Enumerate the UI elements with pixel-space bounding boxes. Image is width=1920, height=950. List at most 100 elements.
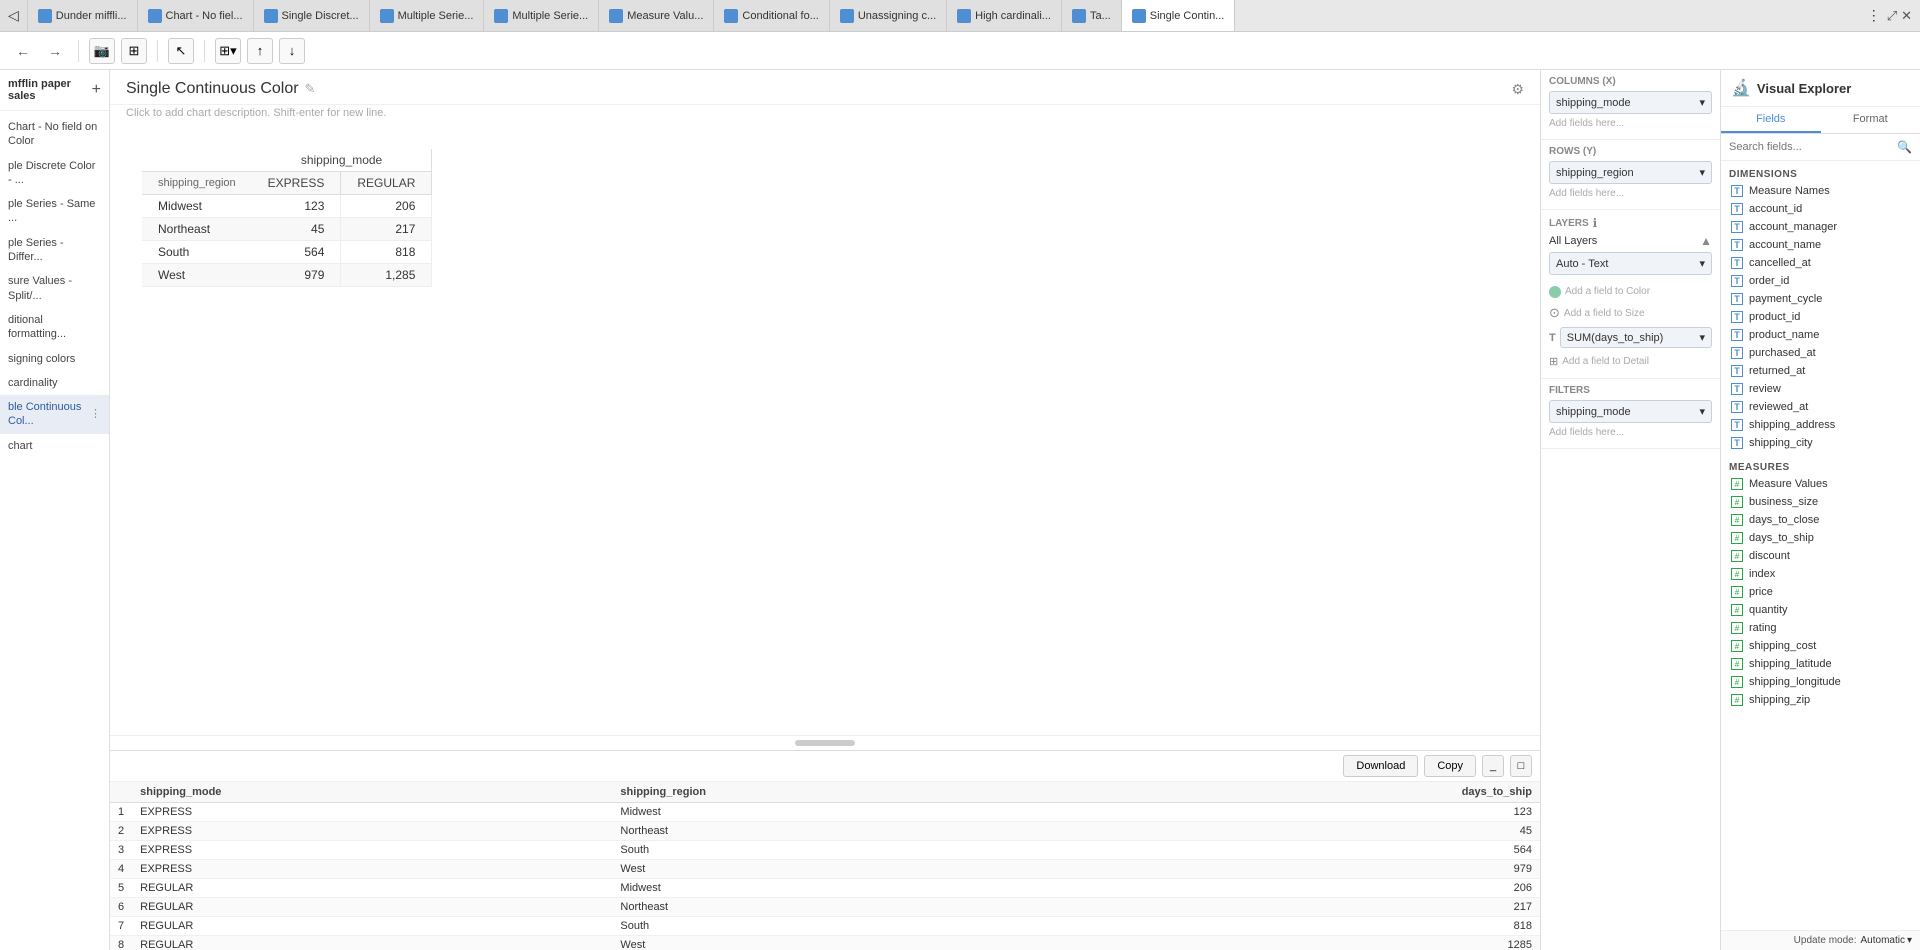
columns-field-dropdown[interactable]: shipping_mode ▾ (1549, 91, 1712, 114)
ve-measure-9[interactable]: #shipping_cost (1729, 637, 1912, 655)
layers-collapse-btn[interactable]: ▲ (1700, 234, 1712, 248)
ve-measure-1[interactable]: #business_size (1729, 493, 1912, 511)
chart-settings-icon[interactable]: ⚙ (1511, 81, 1524, 98)
ve-measure-2[interactable]: #days_to_close (1729, 511, 1912, 529)
sidebar-item-4[interactable]: sure Values - Split/... (0, 269, 109, 308)
ve-tab-format[interactable]: Format (1821, 107, 1920, 133)
sidebar-item-1[interactable]: ple Discrete Color - ... (0, 154, 109, 193)
ve-dim-icon-12: T (1731, 401, 1743, 413)
ve-dim-5[interactable]: Torder_id (1729, 272, 1912, 290)
sort-desc-button[interactable]: ↓ (279, 38, 305, 64)
filter-field-dropdown[interactable]: shipping_mode ▾ (1549, 400, 1712, 423)
sidebar-item-2[interactable]: ple Series - Same ... (0, 192, 109, 231)
tab-close-btn[interactable]: ✕ (1901, 8, 1912, 24)
sidebar-add-button[interactable]: + (92, 81, 101, 99)
tab-0[interactable]: Dunder miffli... (28, 0, 138, 32)
add-color-field[interactable]: Add a field to Color (1565, 284, 1650, 299)
sidebar-header-title: mfflin paper sales (8, 78, 92, 102)
camera-button[interactable]: 📷 (89, 38, 115, 64)
add-size-field[interactable]: Add a field to Size (1564, 306, 1645, 321)
minimize-button[interactable]: _ (1482, 755, 1504, 777)
tab-7[interactable]: Unassigning c... (830, 0, 947, 32)
copy-button[interactable]: Copy (1424, 755, 1476, 777)
sidebar-item-menu-8[interactable]: ⋮ (90, 407, 101, 421)
ve-measure-12[interactable]: #shipping_zip (1729, 691, 1912, 709)
filter-button[interactable]: ⊞▾ (215, 38, 241, 64)
tab-6[interactable]: Conditional fo... (714, 0, 829, 32)
columns-add-field[interactable]: Add fields here... (1549, 114, 1712, 133)
tab-9[interactable]: Ta... (1062, 0, 1122, 32)
tab-5[interactable]: Measure Valu... (599, 0, 714, 32)
sidebar-item-5[interactable]: ditional formatting... (0, 308, 109, 347)
layout-button[interactable]: ⊞ (121, 38, 147, 64)
tab-4[interactable]: Multiple Serie... (484, 0, 599, 32)
filter-add-field[interactable]: Add fields here... (1549, 423, 1712, 442)
ve-tab-fields[interactable]: Fields (1721, 107, 1821, 133)
tab-8[interactable]: High cardinali... (947, 0, 1062, 32)
sort-asc-button[interactable]: ↑ (247, 38, 273, 64)
sidebar-item-6[interactable]: signing colors (0, 347, 109, 371)
ve-dim-4[interactable]: Tcancelled_at (1729, 254, 1912, 272)
ve-dim-10[interactable]: Treturned_at (1729, 362, 1912, 380)
layer-type-dropdown[interactable]: Auto - Text ▾ (1549, 252, 1712, 275)
ve-measure-0[interactable]: #Measure Values (1729, 475, 1912, 493)
tab-expand-btn[interactable]: ⤢ (1887, 8, 1897, 24)
sidebar-item-0[interactable]: Chart - No field on Color (0, 115, 109, 154)
bt-region-cell: West (612, 860, 1113, 879)
ve-measure-4[interactable]: #discount (1729, 547, 1912, 565)
cursor-button[interactable]: ↖ (168, 38, 194, 64)
rows-field-dropdown[interactable]: shipping_region ▾ (1549, 161, 1712, 184)
tab-1[interactable]: Chart - No fiel... (138, 0, 254, 32)
ve-dim-icon-3: T (1731, 239, 1743, 251)
ve-measure-10[interactable]: #shipping_latitude (1729, 655, 1912, 673)
ve-measure-3[interactable]: #days_to_ship (1729, 529, 1912, 547)
bt-mode-cell: EXPRESS (132, 841, 612, 860)
sidebar-item-label-3: ple Series - Differ... (8, 237, 64, 263)
rows-add-field[interactable]: Add fields here... (1549, 184, 1712, 203)
update-mode-dropdown[interactable]: Automatic ▾ (1861, 935, 1913, 946)
tab-label-1: Chart - No fiel... (166, 10, 243, 22)
chart-description[interactable]: Click to add chart description. Shift-en… (110, 105, 1540, 125)
ve-dim-2[interactable]: Taccount_manager (1729, 218, 1912, 236)
tab-label-8: High cardinali... (975, 10, 1051, 22)
ve-dim-0[interactable]: TMeasure Names (1729, 182, 1912, 200)
maximize-button[interactable]: □ (1510, 755, 1532, 777)
tab-more-btn[interactable]: ⋮ (1861, 7, 1887, 24)
sum-field-dropdown[interactable]: SUM(days_to_ship) ▾ (1560, 327, 1712, 348)
ve-measure-icon-4: # (1731, 550, 1743, 562)
sidebar-item-8[interactable]: ble Continuous Col...⋮ (0, 395, 109, 434)
ve-measure-label-10: shipping_latitude (1749, 658, 1832, 670)
ve-dim-9[interactable]: Tpurchased_at (1729, 344, 1912, 362)
ve-search-input[interactable] (1729, 141, 1893, 153)
ve-dim-11[interactable]: Treview (1729, 380, 1912, 398)
toolbar: ← → 📷 ⊞ ↖ ⊞▾ ↑ ↓ (0, 32, 1920, 70)
forward-button[interactable]: → (42, 38, 68, 64)
tab-collapse[interactable]: ◁ (0, 0, 28, 32)
ve-dim-3[interactable]: Taccount_name (1729, 236, 1912, 254)
ve-dim-6[interactable]: Tpayment_cycle (1729, 290, 1912, 308)
ve-measure-5[interactable]: #index (1729, 565, 1912, 583)
download-button[interactable]: Download (1343, 755, 1418, 777)
ve-dim-7[interactable]: Tproduct_id (1729, 308, 1912, 326)
ve-dim-12[interactable]: Treviewed_at (1729, 398, 1912, 416)
bt-region-cell: Midwest (612, 803, 1113, 822)
add-detail-field[interactable]: Add a field to Detail (1562, 354, 1649, 369)
ve-dim-1[interactable]: Taccount_id (1729, 200, 1912, 218)
sidebar-item-3[interactable]: ple Series - Differ... (0, 231, 109, 270)
ve-measure-8[interactable]: #rating (1729, 619, 1912, 637)
ve-dim-8[interactable]: Tproduct_name (1729, 326, 1912, 344)
sidebar-item-9[interactable]: chart (0, 434, 109, 458)
sidebar-item-7[interactable]: cardinality (0, 371, 109, 395)
bt-region-cell: West (612, 936, 1113, 950)
ve-dim-13[interactable]: Tshipping_address (1729, 416, 1912, 434)
tab-10[interactable]: Single Contin... (1122, 0, 1236, 32)
ve-measure-11[interactable]: #shipping_longitude (1729, 673, 1912, 691)
chart-edit-icon[interactable]: ✎ (305, 81, 316, 97)
ve-measure-7[interactable]: #quantity (1729, 601, 1912, 619)
back-button[interactable]: ← (10, 38, 36, 64)
ve-dim-14[interactable]: Tshipping_city (1729, 434, 1912, 452)
layers-info-icon[interactable]: ℹ (1593, 216, 1598, 230)
tab-3[interactable]: Multiple Serie... (370, 0, 485, 32)
ve-measure-6[interactable]: #price (1729, 583, 1912, 601)
tab-2[interactable]: Single Discret... (254, 0, 370, 32)
